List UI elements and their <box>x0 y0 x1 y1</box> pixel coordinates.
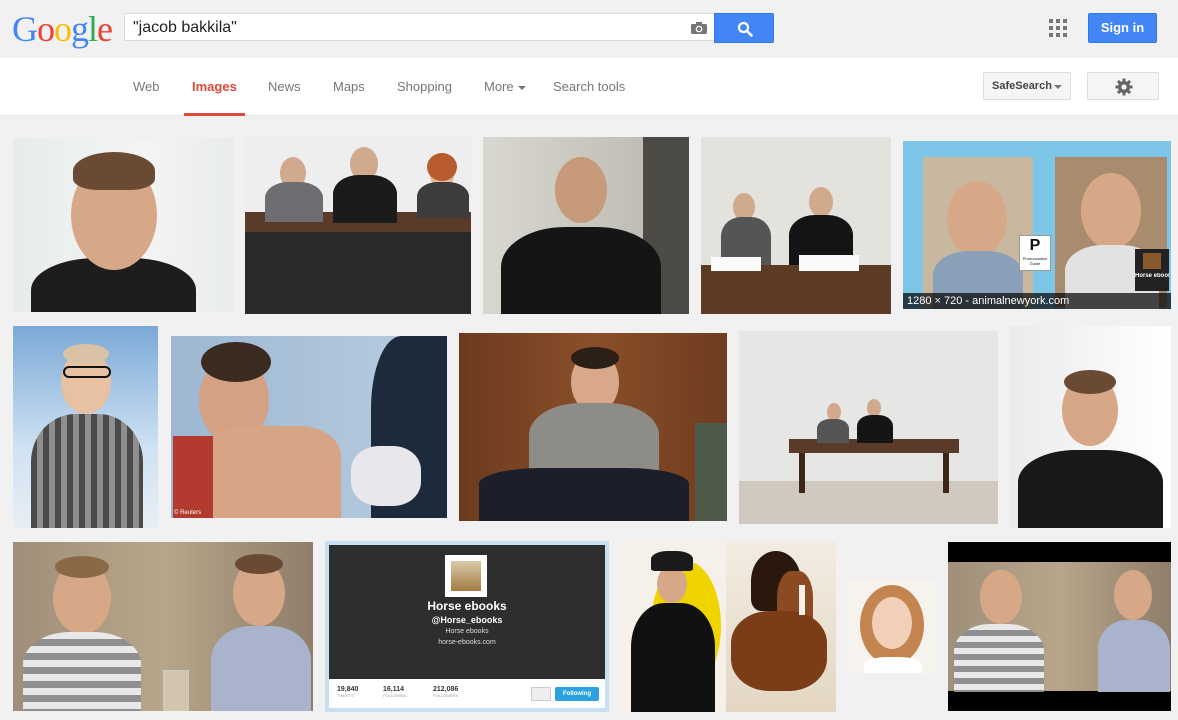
tab-shopping[interactable]: Shopping <box>397 58 452 116</box>
pronunciation-caption: Pronunciation Guide <box>1022 256 1048 266</box>
stat-label: FOLLOWING <box>383 693 408 698</box>
stat-value: 212,086 <box>433 686 459 693</box>
twitter-stat: 19,840 TWEETS <box>337 686 358 698</box>
twitter-handle: @Horse_ebooks <box>431 615 503 625</box>
stat-value: 16,114 <box>383 686 405 693</box>
youtube-mini-label: Horse ebooks <box>1135 273 1169 279</box>
twitter-card-result[interactable]: Horse ebooks @Horse_ebooks Horse ebooks … <box>325 541 609 712</box>
tab-maps[interactable]: Maps <box>333 58 365 116</box>
image-result[interactable] <box>483 137 689 314</box>
image-result[interactable] <box>13 542 313 711</box>
sign-in-button[interactable]: Sign in <box>1088 13 1157 43</box>
image-hover-caption: 1280 × 720 - animalnewyork.com <box>903 293 1171 309</box>
search-button[interactable] <box>714 13 774 43</box>
active-tab-indicator <box>184 113 245 116</box>
chevron-down-icon <box>1054 85 1062 89</box>
top-bar: Google Sign in <box>0 0 1178 58</box>
search-nav-bar: Web Images News Maps Shopping More Searc… <box>0 58 1178 116</box>
twitter-avatar <box>445 555 487 597</box>
logo-letter: g <box>71 9 89 49</box>
image-result[interactable] <box>13 326 158 528</box>
twitter-name: Horse ebooks <box>427 599 507 613</box>
camera-icon[interactable] <box>690 21 708 35</box>
tab-more[interactable]: More <box>484 58 526 116</box>
image-result[interactable] <box>245 137 471 314</box>
twitter-bio: Horse ebooks <box>445 628 489 635</box>
logo-letter: o <box>54 9 72 49</box>
image-result[interactable] <box>1010 326 1171 528</box>
logo-letter: e <box>97 9 113 49</box>
twitter-stat: 16,114 FOLLOWING <box>383 686 407 698</box>
search-icon <box>737 21 753 37</box>
twitter-url: horse-ebooks.com <box>438 639 496 646</box>
following-button: Following <box>555 687 599 701</box>
settings-button[interactable] <box>1087 72 1159 100</box>
image-result[interactable] <box>739 331 998 524</box>
image-result[interactable] <box>621 541 836 712</box>
image-result[interactable] <box>948 542 1171 711</box>
youtube-mini-thumb: Horse ebooks <box>1135 249 1169 291</box>
image-result[interactable]: P Pronunciation Guide Horse ebooks 1280 … <box>903 141 1171 309</box>
user-menu-icon <box>531 687 551 701</box>
image-result[interactable] <box>701 137 891 314</box>
safesearch-label: SafeSearch <box>992 80 1052 92</box>
tab-web[interactable]: Web <box>133 58 160 116</box>
twitter-stat: 212,086 FOLLOWERS <box>433 686 458 698</box>
safesearch-button[interactable]: SafeSearch <box>983 72 1071 100</box>
image-result[interactable]: © Reuters <box>171 336 447 518</box>
search-input[interactable] <box>133 14 673 42</box>
chevron-down-icon <box>517 85 526 90</box>
stat-label: FOLLOWERS <box>433 693 459 698</box>
google-logo[interactable]: Google <box>12 9 113 49</box>
stat-label: TWEETS <box>337 693 354 698</box>
tab-images[interactable]: Images <box>184 58 245 116</box>
tab-news[interactable]: News <box>268 58 301 116</box>
gear-icon <box>1115 78 1133 96</box>
image-result[interactable] <box>848 579 936 673</box>
logo-letter: o <box>37 9 55 49</box>
image-result[interactable] <box>459 333 727 521</box>
tab-more-label: More <box>484 79 514 94</box>
search-box <box>124 13 714 42</box>
pronunciation-letter: P <box>1029 237 1041 254</box>
logo-letter: G <box>12 9 38 49</box>
image-result[interactable] <box>13 138 233 312</box>
stat-value: 19,840 <box>337 686 359 693</box>
logo-letter: l <box>88 9 98 49</box>
apps-grid-icon[interactable] <box>1049 19 1067 37</box>
reuters-watermark: © Reuters <box>174 510 202 516</box>
tab-search-tools[interactable]: Search tools <box>553 58 625 116</box>
tab-images-label: Images <box>192 79 237 94</box>
pronunciation-badge: P Pronunciation Guide <box>1019 235 1051 271</box>
